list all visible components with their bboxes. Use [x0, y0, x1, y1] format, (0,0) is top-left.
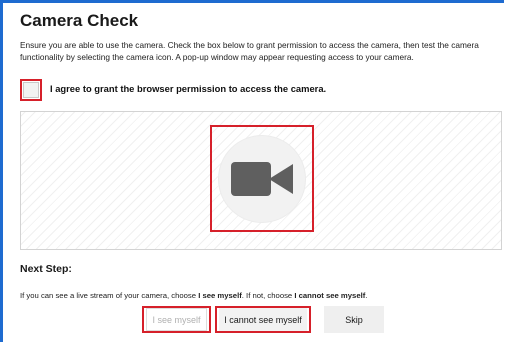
- instruction-see-myself: I see myself: [198, 291, 242, 300]
- skip-button[interactable]: Skip: [324, 306, 384, 333]
- see-myself-button-label[interactable]: I see myself: [146, 308, 207, 331]
- next-step-instruction: If you can see a live stream of your cam…: [20, 291, 367, 300]
- permission-checkbox-label[interactable]: I agree to grant the browser permission …: [50, 83, 326, 94]
- intro-text: Ensure you are able to use the camera. C…: [20, 40, 479, 62]
- camera-icon-button[interactable]: [210, 125, 314, 232]
- instruction-prefix: If you can see a live stream of your cam…: [20, 291, 199, 300]
- permission-checkbox[interactable]: [20, 79, 42, 101]
- camera-icon-circle[interactable]: [219, 135, 305, 222]
- cannot-see-myself-button[interactable]: I cannot see myself: [215, 306, 311, 333]
- cannot-see-myself-button-label[interactable]: I cannot see myself: [219, 308, 307, 331]
- next-step-title: Next Step:: [20, 263, 72, 275]
- instruction-cannot-see-myself: I cannot see myself: [294, 291, 366, 300]
- permission-checkbox-box[interactable]: [23, 82, 39, 98]
- video-camera-icon: [231, 161, 293, 196]
- page-title: Camera Check: [20, 11, 139, 30]
- see-myself-button[interactable]: I see myself: [142, 306, 211, 333]
- instruction-middle: . If not, choose: [241, 291, 295, 300]
- camera-check-panel: Camera Check Ensure you are able to use …: [0, 0, 504, 342]
- instruction-suffix: .: [365, 291, 368, 300]
